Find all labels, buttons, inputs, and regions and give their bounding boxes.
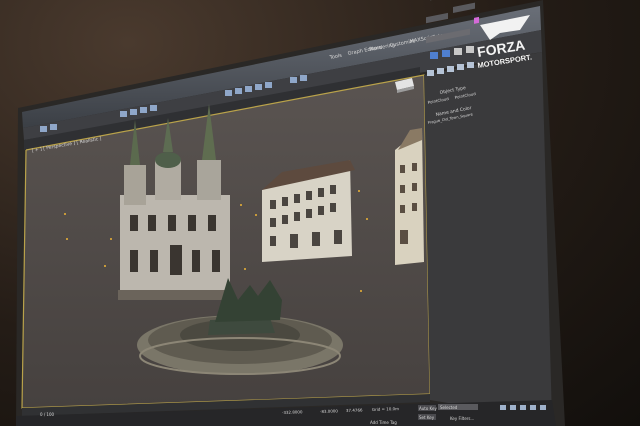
projected-screen: Tools Graph Editors Rendering Customize … [16,0,565,426]
grid-size: Grid = 10.0m [372,406,399,412]
redo-icon[interactable] [50,124,57,130]
motion-tab[interactable] [457,64,464,70]
toolbar-button[interactable] [265,82,272,88]
color-swatch[interactable] [474,16,479,24]
coord-z[interactable]: 37.4766 [346,407,363,413]
playback-button[interactable] [520,405,526,410]
toolbar-button[interactable] [255,84,262,90]
toolbar-button[interactable] [225,90,232,96]
undo-icon[interactable] [40,126,47,132]
playback-button[interactable] [540,405,546,410]
add-time-tag[interactable]: Add Time Tag [370,420,397,425]
key-icon[interactable] [510,405,516,410]
select-icon[interactable] [120,111,127,117]
set-key-label: Set Key [419,415,435,420]
playback-button[interactable] [530,405,536,410]
command-panel [424,52,552,420]
display-tab[interactable] [467,62,474,68]
toolbar-button[interactable] [235,88,242,94]
scale-icon[interactable] [150,105,157,111]
auto-key-label: Auto Key [419,406,437,411]
toolbar-button[interactable] [290,77,297,83]
create-tab[interactable] [427,70,434,76]
coord-x[interactable]: -332.8000 [282,409,303,415]
key-filters-button[interactable]: Key Filters... [450,416,474,421]
toolbar-button[interactable] [245,86,252,92]
toolbar-button[interactable] [466,46,474,53]
play-icon[interactable] [500,405,506,410]
coord-y[interactable]: -83.0000 [320,408,339,414]
toolbar-button[interactable] [454,48,462,55]
move-icon[interactable] [130,109,137,115]
toolbar-button[interactable] [300,75,307,81]
modify-tab[interactable] [437,68,444,74]
rotate-icon[interactable] [140,107,147,113]
frame-counter: 0 / 100 [40,412,55,417]
pointcloud-button-2[interactable] [453,2,475,13]
teapot-icon[interactable] [442,50,450,57]
selection-dropdown-label: Selected [440,405,458,410]
render-icon[interactable] [430,52,438,59]
building-point-cloud [395,128,424,265]
hierarchy-tab[interactable] [447,66,454,72]
